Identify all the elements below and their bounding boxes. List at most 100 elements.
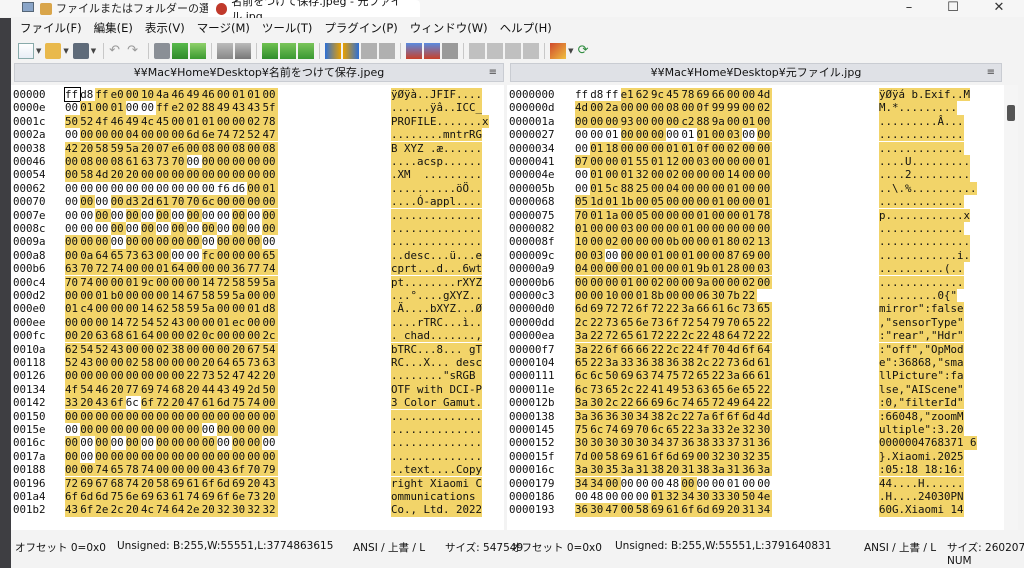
hex-byte[interactable]: 7b	[726, 289, 743, 303]
row-bytes[interactable]: 3a 30 35 3a 31 38 20 31 38 3a 31 36 3a	[575, 463, 773, 477]
hex-row[interactable]: 00000b6 00 00 00 01 00 02 00 00 9a 00 00 02 00.......…	[507, 275, 1004, 289]
hex-byte[interactable]: 01	[742, 208, 758, 222]
hex-byte[interactable]: 69	[232, 476, 248, 490]
hex-row[interactable]: 00188 00 00 74 65 78 74 00 00 00 00 43 6f 70 79 ..text.…	[11, 463, 504, 477]
row-ascii[interactable]: :"rear","Hdr"	[879, 329, 964, 343]
hex-byte[interactable]: 02	[186, 101, 202, 115]
hex-byte[interactable]: 34	[650, 436, 667, 450]
hex-byte[interactable]: 65	[742, 382, 758, 396]
hex-byte[interactable]: 70	[65, 275, 81, 289]
hex-byte[interactable]: 4a	[156, 88, 172, 102]
hex-byte[interactable]: 00	[80, 436, 95, 449]
hex-byte[interactable]: 00	[171, 463, 187, 477]
hex-byte[interactable]: 00	[650, 181, 667, 195]
hex-byte[interactable]: 74	[140, 463, 157, 477]
hex-byte[interactable]: 36	[232, 262, 248, 276]
hex-row[interactable]: 00000 ff d8 ff e0 00 10 4a 46 49 46 00 01 01 00 ÿØÿà..J…	[11, 86, 504, 103]
hex-byte[interactable]: 3a	[575, 342, 591, 356]
hex-row[interactable]: 000012b 3a 30 2c 22 66 69 6c 74 65 72 49 64 22:0,"fil…	[507, 396, 1004, 410]
hex-byte[interactable]: 00	[605, 490, 620, 503]
hex-byte[interactable]: 34	[590, 476, 606, 490]
hex-byte[interactable]: 00	[232, 208, 248, 222]
hex-byte[interactable]: 00	[650, 168, 667, 182]
row-bytes[interactable]: 00 00 01 00 00 00 00 01 01 00 03 00 00	[575, 128, 773, 142]
row-ascii[interactable]: ..............	[391, 449, 483, 463]
hex-byte[interactable]: 00	[171, 235, 187, 249]
hex-byte[interactable]: 4f	[696, 342, 712, 356]
hex-byte[interactable]: 69	[80, 476, 96, 490]
row-bytes[interactable]: 52 43 00 00 02 58 00 00 00 20 64 65 73 63	[65, 356, 278, 370]
chevron-down-icon[interactable]: ▼	[63, 47, 68, 55]
hex-byte[interactable]: 30	[575, 436, 591, 450]
hex-byte[interactable]: 52	[80, 114, 96, 128]
hex-byte[interactable]: 00	[650, 128, 667, 142]
row-ascii[interactable]: 44....H......	[879, 476, 964, 490]
row-bytes[interactable]: 00 48 00 00 00 01 32 34 30 33 30 50 4e	[575, 490, 773, 504]
row-ascii[interactable]: ............i.	[879, 248, 971, 262]
row-ascii[interactable]: }.Xiaomi.2025	[879, 449, 964, 463]
hex-byte[interactable]: 00	[125, 262, 141, 276]
hex-byte[interactable]: 61	[711, 302, 727, 316]
hex-byte[interactable]: 00	[247, 141, 263, 155]
hex-row[interactable]: 0000e 00 01 00 01 00 00 ff e2 02 88 49 43 43 5f ......ÿ…	[11, 101, 504, 115]
hex-byte[interactable]: 00	[110, 356, 126, 370]
row-ascii[interactable]: ..........öÖ..	[391, 181, 483, 195]
hex-byte[interactable]: 01	[232, 88, 248, 102]
hex-byte[interactable]: 02	[742, 275, 758, 289]
hex-byte[interactable]: 65	[757, 302, 773, 316]
hex-byte[interactable]: 22	[186, 369, 202, 383]
hex-byte[interactable]: 00	[605, 222, 621, 236]
hex-row[interactable]: 0002a 00 00 00 00 04 00 00 00 6d 6e 74 72 52 47.......…	[11, 128, 504, 142]
hex-byte[interactable]: 00	[711, 208, 727, 222]
hex-byte[interactable]: 08	[110, 155, 126, 169]
hex-byte[interactable]: 10	[605, 289, 621, 303]
hex-byte[interactable]: 61	[757, 356, 773, 370]
hex-byte[interactable]: 72	[711, 396, 727, 410]
hex-byte[interactable]: 00	[110, 449, 126, 463]
hex-byte[interactable]: 49	[125, 114, 141, 128]
hex-byte[interactable]: 36	[681, 436, 697, 450]
hex-byte[interactable]: 00	[110, 222, 126, 236]
hex-byte[interactable]: e0	[110, 88, 126, 102]
hex-byte[interactable]: 77	[125, 382, 141, 396]
hex-byte[interactable]: 14	[140, 302, 157, 316]
row-bytes[interactable]: 4d 00 2a 00 00 00 08 00 0f 99 99 00 02	[575, 101, 773, 115]
hex-byte[interactable]: 00	[202, 423, 217, 436]
hex-byte[interactable]: 00	[247, 315, 263, 329]
row-bytes[interactable]: 3a 22 72 65 61 72 22 2c 22 48 64 72 22	[575, 329, 773, 343]
hex-byte[interactable]: 72	[650, 329, 667, 343]
hex-byte[interactable]: 00	[666, 114, 682, 128]
hex-byte[interactable]: 2c	[605, 396, 621, 410]
hex-byte[interactable]: 6f	[635, 302, 651, 316]
hex-byte[interactable]: 5a	[232, 289, 248, 303]
hex-byte[interactable]: ff	[156, 101, 172, 115]
hex-byte[interactable]: 01	[605, 128, 620, 141]
hex-byte[interactable]: 36	[590, 409, 606, 423]
row-bytes[interactable]: 34 34 00 00 00 00 48 00 00 00 01 00 00	[575, 476, 772, 490]
hex-byte[interactable]: 0f	[696, 141, 712, 155]
hex-byte[interactable]: 43	[262, 476, 278, 490]
hex-byte[interactable]: 43	[80, 356, 96, 370]
hex-byte[interactable]: 47	[605, 503, 621, 517]
hex-byte[interactable]: 00	[141, 182, 156, 195]
hex-byte[interactable]: 01	[681, 248, 697, 262]
hex-byte[interactable]: 00	[575, 142, 590, 155]
hex-byte[interactable]: 58	[80, 168, 96, 182]
diff-down-icon[interactable]	[298, 43, 315, 59]
row-bytes[interactable]: 01 c4 00 00 00 14 62 58 59 5a 00 00 01 d8	[65, 302, 278, 316]
hex-byte[interactable]: 00	[650, 114, 667, 128]
hex-byte[interactable]: 00	[247, 155, 263, 169]
diff-pane-icon[interactable]	[442, 43, 459, 59]
hex-byte[interactable]: 00	[95, 356, 111, 370]
hex-byte[interactable]: 03	[726, 128, 743, 142]
hex-byte[interactable]: 01	[620, 275, 636, 289]
menu-item-4[interactable]: ツール(T)	[256, 18, 319, 38]
hex-byte[interactable]: 00	[666, 195, 682, 209]
hex-byte[interactable]: 00	[171, 356, 187, 370]
row-ascii[interactable]: .........Â...	[879, 114, 964, 128]
hex-byte[interactable]: 61	[186, 476, 202, 490]
hex-byte[interactable]: 00	[156, 235, 172, 249]
hex-byte[interactable]: 00	[605, 155, 621, 169]
hex-byte[interactable]: 6d	[216, 396, 233, 410]
hex-byte[interactable]: 00	[216, 302, 233, 316]
